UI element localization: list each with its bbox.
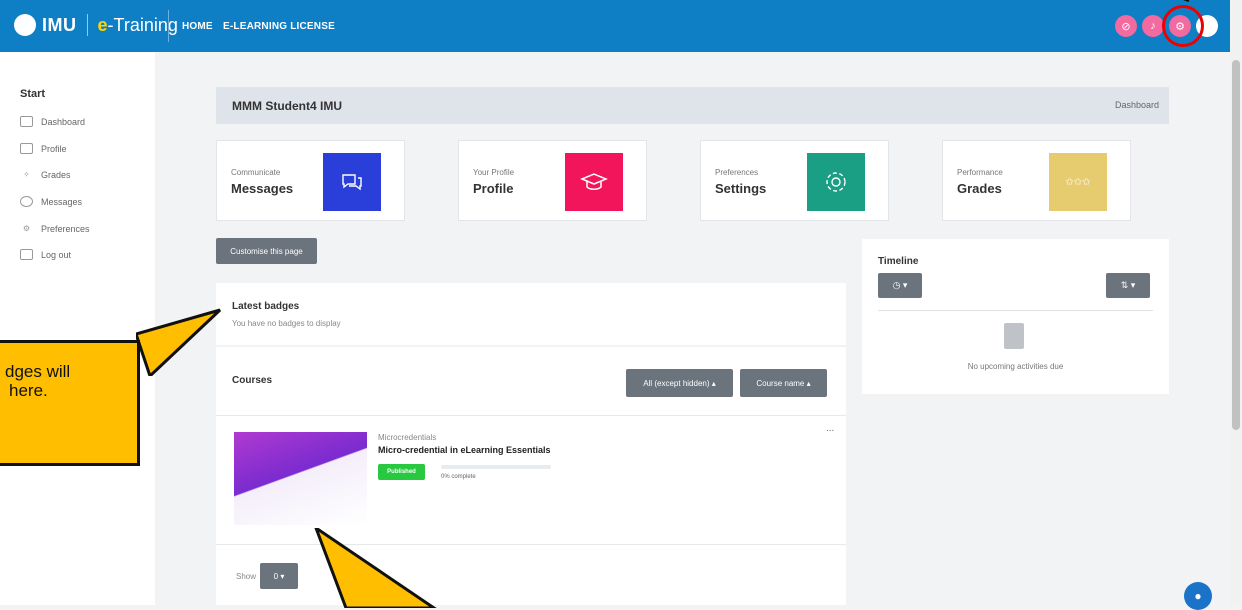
grades-icon: ✧ (23, 170, 30, 179)
graduation-cap-icon (565, 153, 623, 211)
eye-slash-icon[interactable]: ⊘ (1115, 15, 1137, 37)
course-progress-text: 0% complete (441, 474, 476, 480)
timeline-filter-dropdown[interactable]: ◷ ▾ (878, 273, 922, 298)
callout-line-1: dges will (5, 362, 71, 381)
gear-icon (807, 153, 865, 211)
preferences-icon: ⚙ (22, 224, 31, 233)
highlight-circle-annotation (1162, 5, 1204, 47)
page-scrollbar[interactable] (1230, 0, 1242, 605)
callout-arrow-annotation (314, 528, 437, 608)
latest-badges-block: Latest badges You have no badges to disp… (216, 283, 846, 345)
header-divider (168, 10, 169, 42)
badges-empty-text: You have no badges to display (232, 319, 341, 328)
stars-hand-icon: ✩✩✩ (1049, 153, 1107, 211)
sidebar-title: Start (20, 88, 46, 100)
site-logo[interactable]: IMU e -Training (14, 14, 178, 36)
card-title: Settings (715, 181, 767, 196)
sidebar-item-label: Messages (41, 196, 83, 207)
top-navbar: IMU e -Training HOME E-LEARNING LICENSE ⊘… (0, 0, 1230, 52)
callout-text: dges will here. (5, 362, 71, 400)
card-subtitle: Your Profile (473, 168, 515, 177)
timeline-sort-dropdown[interactable]: ⇅ ▾ (1106, 273, 1150, 298)
logout-icon (20, 249, 33, 260)
card-grades[interactable]: Performance Grades ✩✩✩ (942, 140, 1131, 221)
timeline-block: Timeline ◷ ▾ ⇅ ▾ No upcoming activities … (862, 239, 1169, 394)
course-menu-icon[interactable]: ... (826, 423, 834, 434)
sidebar-item-label: Dashboard (41, 116, 86, 127)
messages-icon (20, 196, 33, 207)
logo-separator (86, 14, 88, 36)
callout-annotation: dges will here. (0, 340, 140, 466)
card-subtitle: Performance (957, 168, 1003, 177)
badges-title: Latest badges (232, 301, 300, 312)
sidebar-item-label: Profile (41, 143, 67, 154)
sidebar-item-label: Preferences (41, 223, 90, 234)
card-subtitle: Communicate (231, 168, 281, 177)
show-label: Show (236, 572, 257, 581)
course-name-link[interactable]: Micro-credential in eLearning Essentials (378, 445, 551, 455)
breadcrumb[interactable]: Dashboard (1115, 100, 1159, 110)
chat-icon (323, 153, 381, 211)
sidebar-item-grades[interactable]: ✧ Grades (20, 169, 71, 180)
sidebar: Start Dashboard Profile ✧ Grades Message… (0, 52, 155, 605)
published-badge: Published (378, 464, 425, 480)
sidebar-item-label: Grades (41, 169, 71, 180)
logo-e-text: e (97, 14, 108, 35)
bell-icon[interactable]: ♪ (1142, 15, 1164, 37)
course-category: Microcredentials (378, 433, 437, 442)
courses-divider (216, 415, 846, 416)
show-count-dropdown[interactable]: 0 ▾ (260, 563, 298, 589)
scrollbar-thumb[interactable] (1232, 60, 1240, 430)
card-subtitle: Preferences (715, 168, 759, 177)
imu-logo-icon (14, 14, 36, 36)
card-title: Profile (473, 181, 514, 196)
card-settings[interactable]: Preferences Settings (700, 140, 889, 221)
nav-elearning-license[interactable]: E-LEARNING LICENSE (223, 21, 335, 32)
page-title: MMM Student4 IMU (232, 99, 342, 113)
chat-bubble-icon[interactable]: ● (1184, 582, 1212, 610)
nav-home[interactable]: HOME (182, 21, 213, 32)
sidebar-item-label: Log out (41, 249, 72, 260)
course-filter-dropdown[interactable]: All (except hidden) ▴ (626, 369, 733, 397)
courses-title: Courses (232, 375, 273, 386)
sidebar-item-messages[interactable]: Messages (20, 196, 82, 207)
timeline-empty-text: No upcoming activities due (967, 362, 1064, 371)
card-profile[interactable]: Your Profile Profile (458, 140, 647, 221)
card-title: Messages (231, 181, 294, 196)
course-thumbnail[interactable] (234, 432, 367, 525)
dashboard-icon (20, 116, 33, 127)
profile-icon (20, 143, 33, 154)
empty-list-icon (1004, 323, 1024, 349)
customise-page-button[interactable]: Customise this page (216, 238, 317, 264)
course-progress-bar (441, 465, 551, 469)
callout-tail-annotation (136, 308, 222, 376)
callout-line-2: here. (9, 380, 48, 400)
logo-imu-text: IMU (42, 14, 77, 35)
sidebar-item-dashboard[interactable]: Dashboard (20, 116, 85, 127)
card-title: Grades (957, 181, 1002, 196)
sidebar-item-profile[interactable]: Profile (20, 143, 67, 154)
card-messages[interactable]: Communicate Messages (216, 140, 405, 221)
page-header: MMM Student4 IMU Dashboard (216, 87, 1169, 124)
timeline-title: Timeline (878, 256, 919, 267)
course-sort-dropdown[interactable]: Course name ▴ (740, 369, 827, 397)
sidebar-item-logout[interactable]: Log out (20, 249, 71, 260)
timeline-divider (878, 310, 1153, 311)
sidebar-item-preferences[interactable]: ⚙ Preferences (20, 223, 90, 234)
